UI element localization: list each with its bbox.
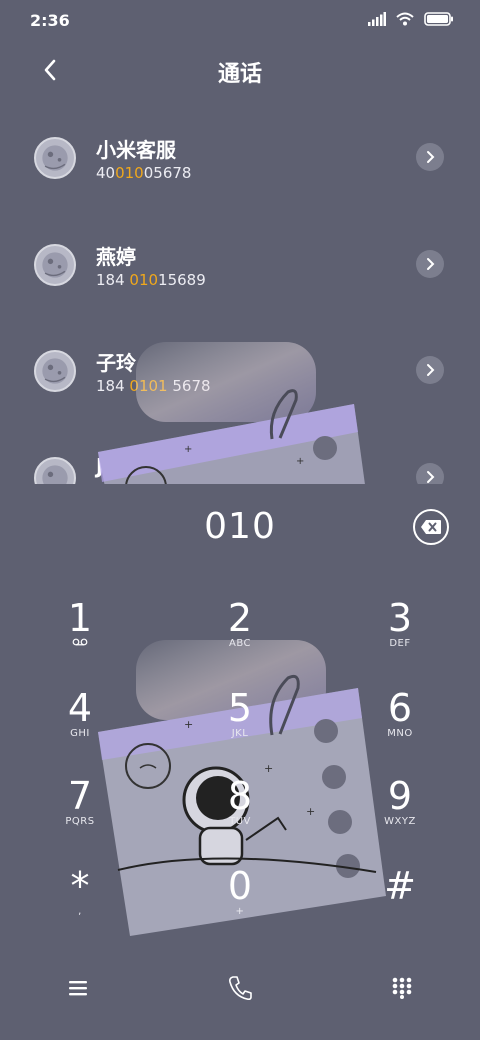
avatar [34, 137, 76, 179]
contact-name: 子玲 [96, 351, 136, 375]
key-hash[interactable]: # [350, 866, 450, 946]
key-6[interactable]: 6 MNO [350, 688, 450, 768]
key-7[interactable]: 7 PQRS [30, 776, 130, 856]
key-8[interactable]: 8 TUV [190, 776, 290, 856]
battery-icon [424, 12, 453, 26]
svg-text:+: + [306, 805, 315, 818]
contact-number: 184 01015689 [96, 271, 206, 289]
key-star[interactable]: *, [30, 866, 130, 946]
chevron-right-icon [427, 471, 435, 483]
contact-details-button[interactable] [416, 356, 444, 384]
list-item[interactable]: 燕婷 184 01015689 [0, 219, 480, 319]
call-button[interactable] [222, 970, 258, 1006]
contact-name: 小米客服 [96, 138, 176, 162]
dial-input[interactable]: 010 [0, 506, 480, 547]
contact-details-button[interactable] [416, 463, 444, 484]
signal-icon [368, 12, 386, 26]
contact-number: 184 0101 5678 [96, 377, 211, 395]
status-time: 2:36 [30, 11, 70, 30]
key-3[interactable]: 3 DEF [350, 598, 450, 678]
menu-icon [69, 981, 87, 996]
chevron-right-icon [427, 151, 435, 163]
contact-number: 4001005678 [96, 164, 192, 182]
menu-button[interactable] [60, 970, 96, 1006]
contact-details-button[interactable] [416, 250, 444, 278]
avatar [34, 457, 76, 484]
status-icons [368, 12, 454, 26]
phone-icon [229, 976, 252, 1001]
key-1[interactable]: 1 [30, 598, 130, 678]
contact-name: 燕婷 [96, 245, 136, 269]
key-0[interactable]: 0 + [190, 866, 290, 946]
contact-name: Jason [96, 454, 157, 478]
key-4[interactable]: 4 GHI [30, 688, 130, 768]
contact-details-button[interactable] [416, 143, 444, 171]
avatar [34, 244, 76, 286]
list-item[interactable]: 小米客服 4001005678 [0, 112, 480, 212]
bottom-bar [0, 966, 480, 1010]
keypad-button[interactable] [384, 970, 420, 1006]
chevron-right-icon [427, 364, 435, 376]
chevron-right-icon [427, 258, 435, 270]
contact-list: 小米客服 4001005678 燕婷 184 01015689 子玲 184 0… [0, 112, 480, 484]
list-item[interactable]: Jason [0, 432, 480, 484]
backspace-icon [421, 520, 441, 534]
key-9[interactable]: 9 WXYZ [350, 776, 450, 856]
backspace-button[interactable] [413, 509, 449, 545]
wifi-icon [396, 12, 414, 26]
avatar [34, 350, 76, 392]
key-2[interactable]: 2 ABC [190, 598, 290, 678]
key-5[interactable]: 5 JKL [190, 688, 290, 768]
keypad-icon [392, 977, 412, 999]
header: 通话 [0, 44, 480, 96]
page-title: 通话 [217, 62, 262, 87]
voicemail-icon [72, 638, 88, 646]
list-item[interactable]: 子玲 184 0101 5678 [0, 325, 480, 425]
status-bar: 2:36 [0, 0, 480, 40]
